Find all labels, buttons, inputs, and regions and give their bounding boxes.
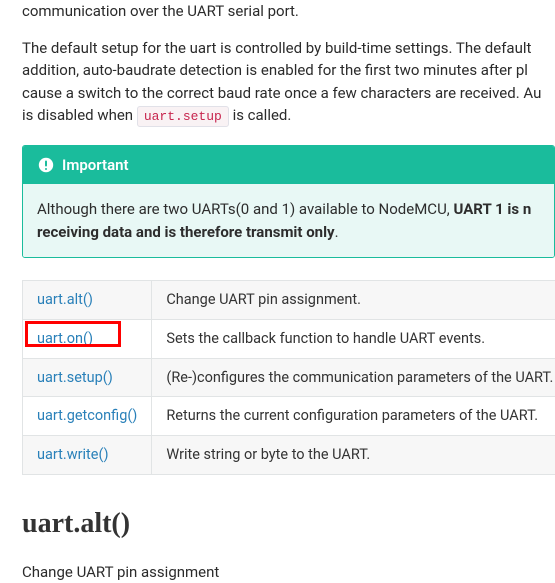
api-link-uart-setup[interactable]: uart.setup() [37, 369, 113, 386]
table-row: uart.setup() (Re-)configures the communi… [23, 358, 555, 397]
callout-header: Important [23, 146, 554, 185]
intro-p2-d-prefix: is disabled when [22, 106, 137, 124]
exclamation-circle-icon [37, 156, 54, 173]
callout-body: Although there are two UARTs(0 and 1) av… [23, 184, 554, 257]
callout-title: Important [62, 154, 129, 177]
api-table: uart.alt() Change UART pin assignment. u… [22, 280, 555, 475]
api-link-uart-getconfig[interactable]: uart.getconfig() [37, 407, 137, 424]
table-row: uart.on() Sets the callback function to … [23, 319, 555, 358]
intro-line-fragment: communication over the UART serial port. [22, 0, 555, 23]
intro-p2-a: The default setup for the uart is contro… [22, 39, 531, 57]
intro-paragraph: The default setup for the uart is contro… [22, 37, 555, 127]
intro-p2-d-suffix: is called. [229, 106, 292, 124]
api-link-uart-on[interactable]: uart.on() [37, 330, 93, 347]
table-row: uart.alt() Change UART pin assignment. [23, 281, 555, 320]
important-callout: Important Although there are two UARTs(0… [22, 145, 555, 259]
api-link-uart-alt[interactable]: uart.alt() [37, 291, 93, 308]
table-row: uart.write() Write string or byte to the… [23, 436, 555, 475]
intro-p2-b: addition, auto-baudrate detection is ena… [22, 61, 528, 79]
section-heading-uart-alt: uart.alt() [22, 503, 555, 545]
api-desc: Sets the callback function to handle UAR… [152, 319, 555, 358]
api-desc: (Re-)configures the communication parame… [152, 358, 555, 397]
callout-body-bold2: receiving data and is therefore transmit… [37, 223, 335, 241]
api-link-uart-write[interactable]: uart.write() [37, 446, 109, 463]
section-lead: Change UART pin assignment [22, 561, 555, 583]
api-desc: Returns the current configuration parame… [152, 397, 555, 436]
api-desc: Change UART pin assignment. [152, 281, 555, 320]
callout-body-bold1: UART 1 is n [453, 200, 531, 218]
api-desc: Write string or byte to the UART. [152, 436, 555, 475]
table-row: uart.getconfig() Returns the current con… [23, 397, 555, 436]
code-uart-setup: uart.setup [137, 106, 229, 127]
callout-body-suffix: . [335, 223, 339, 241]
intro-p2-c: cause a switch to the correct baud rate … [22, 84, 541, 102]
callout-body-prefix: Although there are two UARTs(0 and 1) av… [37, 200, 453, 218]
